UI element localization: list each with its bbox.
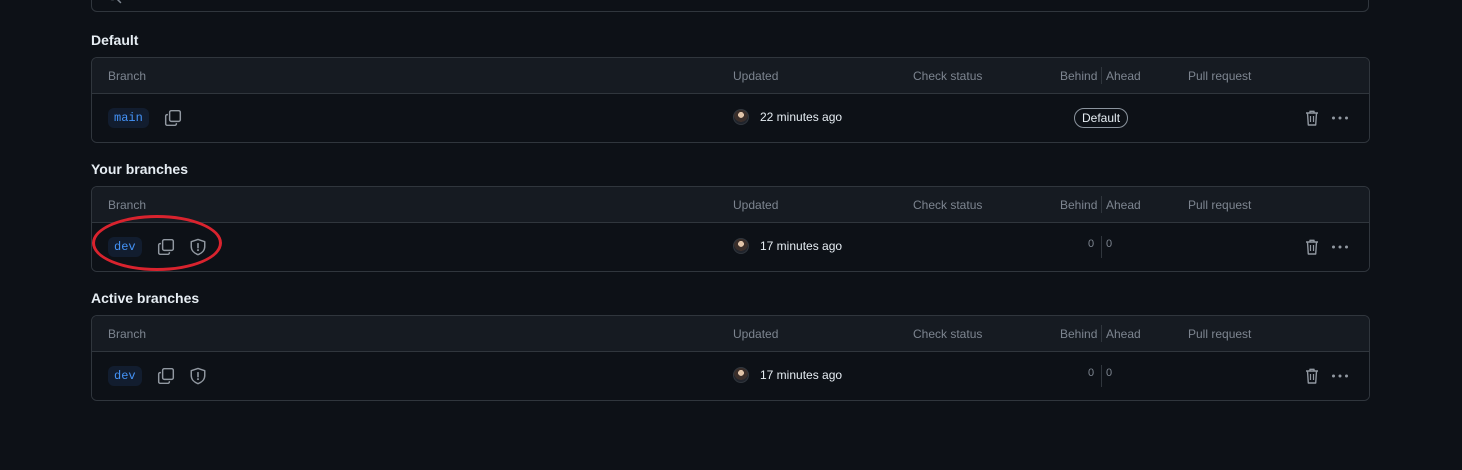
branch-name-link[interactable]: dev	[108, 237, 142, 257]
col-divider	[1101, 196, 1102, 213]
copy-icon[interactable]	[157, 367, 175, 385]
col-pull-request: Pull request	[1188, 198, 1252, 212]
col-check-status: Check status	[913, 327, 983, 341]
kebab-icon[interactable]	[1331, 368, 1349, 384]
trash-icon[interactable]	[1304, 367, 1320, 385]
ahead-behind-divider	[1101, 236, 1102, 258]
col-branch: Branch	[108, 69, 147, 83]
col-ahead: Ahead	[1106, 198, 1141, 212]
table-row: dev 17 minutes ago 0 0	[92, 352, 1369, 400]
updated-cell: 17 minutes ago	[733, 238, 842, 254]
table-row: dev 17 minutes ago 0 0	[92, 223, 1369, 271]
behind-count: 0	[1088, 367, 1095, 379]
section-title-active-branches: Active branches	[91, 290, 200, 306]
ahead-behind-divider	[1101, 365, 1102, 387]
kebab-icon[interactable]	[1331, 110, 1349, 126]
search-box[interactable]	[91, 0, 1369, 12]
avatar[interactable]	[733, 109, 749, 125]
branch-table-default: Branch Updated Check status Behind Ahead…	[91, 57, 1370, 143]
updated-cell: 17 minutes ago	[733, 367, 842, 383]
table-header: Branch Updated Check status Behind Ahead…	[92, 187, 1369, 223]
updated-cell: 22 minutes ago	[733, 109, 842, 125]
col-branch: Branch	[108, 198, 147, 212]
col-divider	[1101, 325, 1102, 342]
avatar[interactable]	[733, 238, 749, 254]
col-behind: Behind	[1060, 198, 1098, 212]
col-ahead: Ahead	[1106, 327, 1141, 341]
col-branch: Branch	[108, 327, 147, 341]
col-updated: Updated	[733, 327, 779, 341]
branch-table-yours: Branch Updated Check status Behind Ahead…	[91, 186, 1370, 272]
trash-icon[interactable]	[1304, 109, 1320, 127]
branch-table-active: Branch Updated Check status Behind Ahead…	[91, 315, 1370, 401]
default-badge: Default	[1074, 108, 1129, 128]
col-pull-request: Pull request	[1188, 69, 1252, 83]
col-divider	[1101, 67, 1102, 84]
updated-time: 22 minutes ago	[760, 110, 843, 124]
col-updated: Updated	[733, 69, 779, 83]
section-title-your-branches: Your branches	[91, 161, 188, 177]
table-header: Branch Updated Check status Behind Ahead…	[92, 58, 1369, 94]
kebab-icon[interactable]	[1331, 239, 1349, 255]
col-behind: Behind	[1060, 327, 1098, 341]
table-row: main 22 minutes ago Default	[92, 94, 1369, 142]
branches-page: Default Branch Updated Check status Behi…	[0, 0, 1462, 470]
col-check-status: Check status	[913, 198, 983, 212]
updated-time: 17 minutes ago	[760, 368, 843, 382]
ahead-count: 0	[1106, 238, 1113, 250]
shield-alert-icon[interactable]	[189, 238, 207, 256]
col-updated: Updated	[733, 198, 779, 212]
section-title-default: Default	[91, 32, 139, 48]
ahead-count: 0	[1106, 367, 1113, 379]
copy-icon[interactable]	[164, 109, 182, 127]
table-header: Branch Updated Check status Behind Ahead…	[92, 316, 1369, 352]
col-check-status: Check status	[913, 69, 983, 83]
branch-name-link[interactable]: main	[108, 108, 149, 128]
col-pull-request: Pull request	[1188, 327, 1252, 341]
copy-icon[interactable]	[157, 238, 175, 256]
search-icon	[110, 0, 122, 4]
col-ahead: Ahead	[1106, 69, 1141, 83]
branch-name-link[interactable]: dev	[108, 366, 142, 386]
trash-icon[interactable]	[1304, 238, 1320, 256]
shield-alert-icon[interactable]	[189, 367, 207, 385]
behind-count: 0	[1088, 238, 1095, 250]
avatar[interactable]	[733, 367, 749, 383]
updated-time: 17 minutes ago	[760, 239, 843, 253]
col-behind: Behind	[1060, 69, 1098, 83]
search-input[interactable]	[128, 0, 728, 5]
